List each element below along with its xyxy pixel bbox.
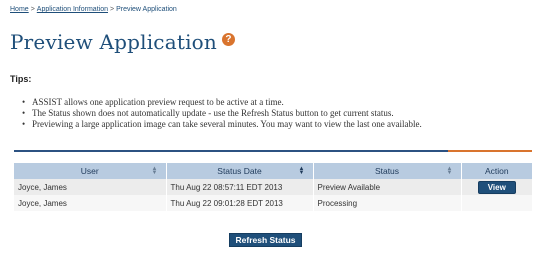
column-header-status[interactable]: Status ▲ ▼ [313,163,462,179]
preview-requests-table: User ▲ ▼ Status Date ▲ ▼ Status ▲ ▼ Action … [14,163,532,211]
question-mark-icon[interactable]: ? [221,32,235,46]
column-header-status-date[interactable]: Status Date ▲ ▼ [166,163,314,179]
breadcrumb-separator: > [30,6,35,13]
cell-status: Processing [313,195,462,211]
tips-heading: Tips: [10,74,32,84]
cell-action [461,195,532,211]
section-divider [14,150,448,152]
cell-status: Preview Available [313,179,462,195]
breadcrumb-application-information-link[interactable]: Application Information [37,6,108,13]
page-title: Preview Application ? [10,30,235,54]
cell-user: Joyce, James [14,195,167,211]
page-title-text: Preview Application [10,30,217,54]
tip-item: The Status shown does not automatically … [22,108,422,119]
tip-item: ASSIST allows one application preview re… [22,97,422,108]
section-divider-accent [448,150,532,152]
sort-icon: ▲ ▼ [446,166,453,176]
column-header-user[interactable]: User ▲ ▼ [14,163,167,179]
column-header-label: Status Date [217,166,262,176]
table-header-row: User ▲ ▼ Status Date ▲ ▼ Status ▲ ▼ Action [14,163,532,179]
sort-icon: ▲ ▼ [298,166,305,176]
cell-action: View [461,179,532,195]
table-row: Joyce, James Thu Aug 22 09:01:28 EDT 201… [14,195,532,211]
cell-user: Joyce, James [14,179,167,195]
view-button[interactable]: View [477,180,516,194]
breadcrumb-home-link[interactable]: Home [10,6,29,13]
tip-item: Previewing a large application image can… [22,119,422,130]
refresh-status-button[interactable]: Refresh Status [229,233,302,247]
column-header-label: Status [374,166,400,176]
table-row: Joyce, James Thu Aug 22 08:57:11 EDT 201… [14,179,532,195]
sort-icon: ▲ ▼ [151,166,158,176]
cell-status-date: Thu Aug 22 09:01:28 EDT 2013 [166,195,314,211]
tips-list: ASSIST allows one application preview re… [22,97,422,130]
breadcrumb-separator: > [110,6,115,13]
breadcrumb: Home > Application Information > Preview App… [10,6,177,13]
column-header-label: User [80,166,99,176]
cell-status-date: Thu Aug 22 08:57:11 EDT 2013 [166,179,314,195]
column-header-action: Action [461,163,532,179]
breadcrumb-current: Preview Application [116,6,177,13]
column-header-label: Action [484,166,509,176]
